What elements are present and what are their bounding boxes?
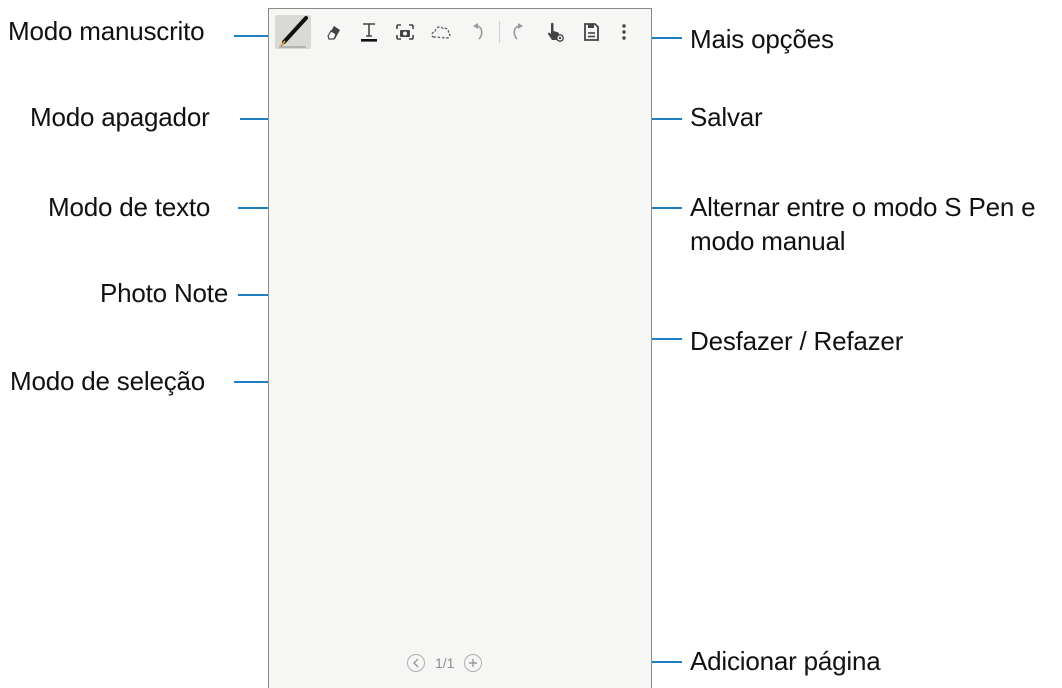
label-toggle-spen-line2: modo manual [690,226,846,256]
text-button[interactable] [353,15,385,49]
pen-icon [276,15,310,49]
page-indicator: 1/1 [435,655,455,671]
undo-button[interactable] [463,15,495,49]
chevron-left-icon[interactable] [407,654,425,672]
label-text-mode: Modo de texto [48,192,211,222]
eraser-button[interactable] [317,15,349,49]
photo-note-button[interactable] [389,15,421,49]
undo-redo-separator [499,21,500,43]
more-vertical-icon [621,22,627,42]
plus-icon[interactable] [464,654,483,672]
spen-hand-icon [545,21,565,43]
pen-button[interactable] [275,15,311,49]
label-toggle-spen-line1: Alternar entre o modo S Pen e [690,192,1036,222]
label-photo-note: Photo Note [100,278,229,308]
label-undo-redo: Desfazer / Refazer [690,326,904,356]
text-icon [359,21,379,43]
label-handwriting-mode: Modo manuscrito [8,16,205,46]
selection-button[interactable] [425,15,457,49]
label-add-page: Adicionar página [690,646,881,676]
eraser-icon [323,22,343,42]
redo-icon [509,22,525,42]
redo-button[interactable] [501,15,533,49]
label-eraser-mode: Modo apagador [30,102,210,132]
camera-icon [394,22,416,42]
save-icon [582,22,600,42]
save-button[interactable] [575,15,607,49]
label-more-options: Mais opções [690,24,834,54]
more-options-button[interactable] [611,15,637,49]
lasso-icon [430,23,452,41]
toolbar [269,9,651,55]
label-selection-mode: Modo de seleção [10,366,206,396]
undo-icon [471,22,487,42]
label-save: Salvar [690,102,763,132]
page-navigator: 1/1 [407,650,483,676]
note-canvas[interactable]: 1/1 [268,8,652,688]
spen-hand-toggle-button[interactable] [539,15,571,49]
